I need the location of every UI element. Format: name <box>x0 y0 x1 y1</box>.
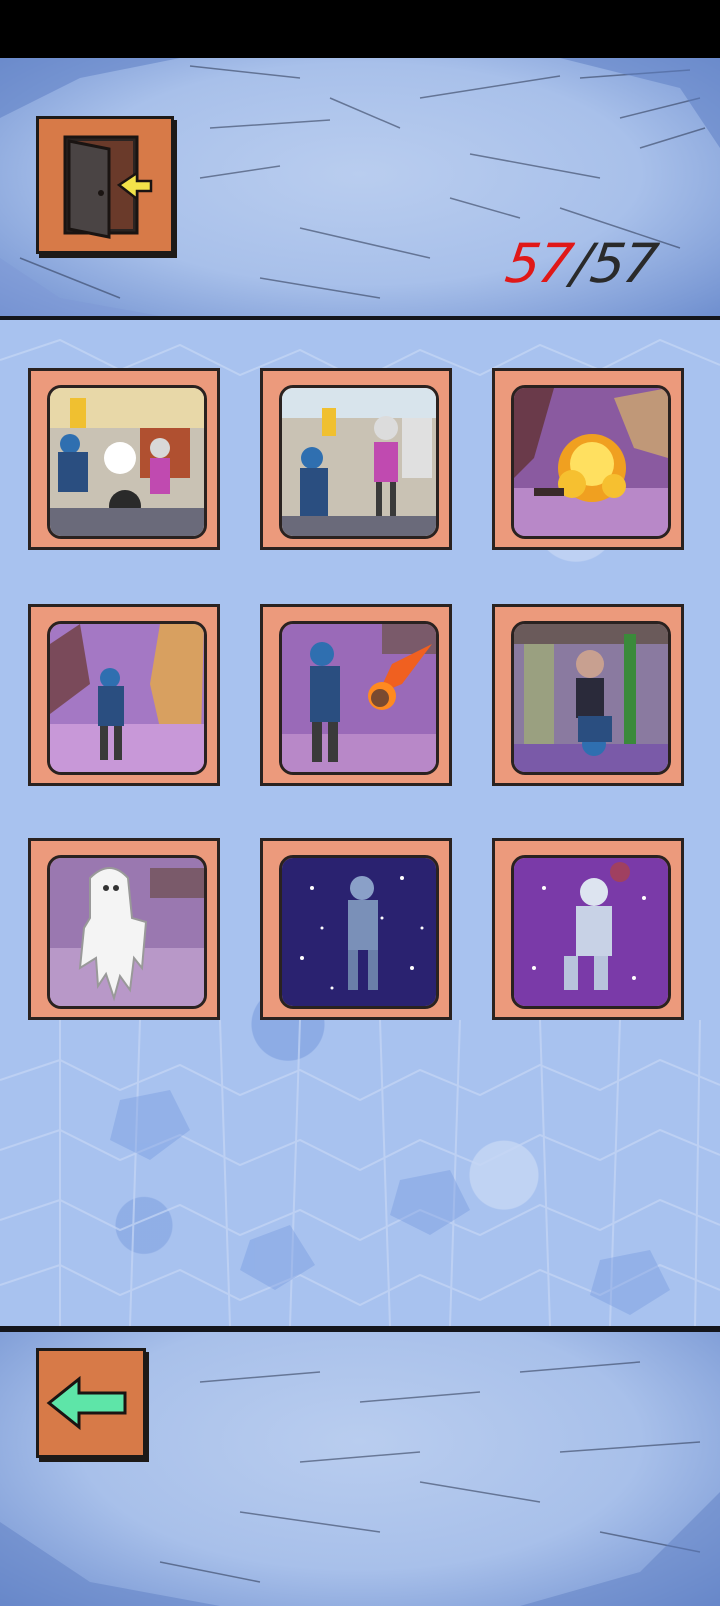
gallery-card-5[interactable] <box>260 604 452 786</box>
comic-panel-shop-standoff <box>279 385 439 539</box>
comic-panel-explosion <box>511 385 671 539</box>
comic-panel-ice-figure <box>511 855 671 1009</box>
gallery-card-2[interactable] <box>260 368 452 550</box>
comic-panel-meteor <box>279 621 439 775</box>
gallery-card-3[interactable] <box>492 368 684 550</box>
comic-panel-space-float <box>279 855 439 1009</box>
comic-panel-melting <box>47 855 207 1009</box>
gallery-card-4[interactable] <box>28 604 220 786</box>
comic-panel-shop-brawl <box>47 385 207 539</box>
gallery-card-8[interactable] <box>260 838 452 1020</box>
arrow-left-icon <box>46 1375 127 1431</box>
comic-panel-canyon-walk <box>47 621 207 775</box>
comic-gallery-grid <box>0 0 720 1326</box>
back-button[interactable] <box>36 1348 146 1458</box>
gallery-card-9[interactable] <box>492 838 684 1020</box>
gallery-card-1[interactable] <box>28 368 220 550</box>
gallery-card-7[interactable] <box>28 838 220 1020</box>
gallery-card-6[interactable] <box>492 604 684 786</box>
comic-panel-fall <box>511 621 671 775</box>
